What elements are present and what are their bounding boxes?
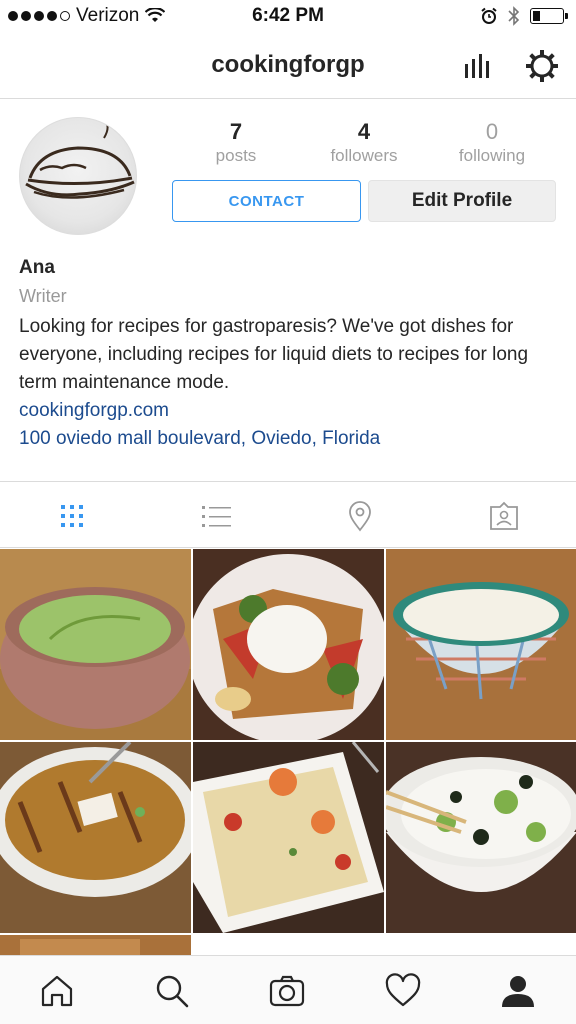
loaded-fries-photo: [193, 549, 384, 740]
bio-text: Looking for recipes for gastroparesis? W…: [19, 316, 529, 393]
following-count-label: following: [458, 146, 526, 165]
green-soup-photo: [0, 549, 191, 740]
post-thumbnail[interactable]: [0, 742, 191, 933]
home-icon[interactable]: [38, 972, 76, 1010]
page-title: cookingforgp: [211, 51, 365, 78]
grid-icon[interactable]: [56, 500, 88, 532]
chicken-soup-photo: [0, 742, 191, 933]
post-thumbnail[interactable]: [386, 549, 576, 740]
battery-icon: [530, 8, 568, 24]
camera-icon[interactable]: [268, 972, 306, 1010]
avatar[interactable]: [19, 117, 137, 235]
search-icon[interactable]: [153, 972, 191, 1010]
edit-profile-button[interactable]: Edit Profile: [368, 180, 556, 222]
gear-icon[interactable]: [524, 48, 560, 84]
posts-count[interactable]: 7 posts: [181, 120, 291, 166]
post-thumbnail[interactable]: [0, 549, 191, 740]
profile-icon[interactable]: [499, 972, 537, 1010]
posts-count-value: 7: [229, 119, 243, 144]
followers-count[interactable]: 4 followers: [309, 120, 419, 166]
address-link[interactable]: 100 oviedo mall boulevard, Oviedo, Flori…: [19, 428, 559, 450]
orzo-shrimp-photo: [193, 742, 384, 933]
followers-count-label: followers: [330, 146, 398, 165]
profile-name: Ana: [19, 257, 55, 278]
tagged-photos-icon[interactable]: [488, 500, 520, 532]
pie-logo-image: [25, 121, 135, 199]
profile-category: Writer: [19, 286, 67, 306]
list-icon[interactable]: [200, 500, 232, 532]
insights-icon[interactable]: [462, 50, 492, 80]
heart-icon[interactable]: [384, 972, 422, 1010]
post-thumbnail[interactable]: [386, 742, 576, 933]
view-tabs: [0, 481, 576, 548]
followers-count-value: 4: [357, 119, 371, 144]
post-thumbnail[interactable]: [0, 935, 191, 955]
following-count[interactable]: 0 following: [437, 120, 547, 166]
partial-photo: [0, 935, 191, 955]
alarm-icon: [481, 7, 497, 24]
location-pin-icon[interactable]: [344, 500, 376, 532]
profile-bio: Ana Writer Looking for recipes for gastr…: [19, 257, 559, 450]
rice-avocado-bowl-photo: [386, 742, 576, 933]
bottom-tab-bar: [0, 955, 576, 1024]
post-thumbnail[interactable]: [193, 549, 384, 740]
website-link[interactable]: cookingforgp.com: [19, 400, 559, 422]
cream-soup-bowl-photo: [386, 549, 576, 740]
post-thumbnail[interactable]: [193, 742, 384, 933]
status-icons: [480, 6, 568, 26]
status-bar: Verizon 6:42 PM: [0, 0, 576, 32]
bluetooth-icon: [508, 6, 520, 26]
profile-header: cookingforgp: [0, 32, 576, 99]
posts-count-label: posts: [215, 146, 257, 165]
contact-button[interactable]: CONTACT: [172, 180, 361, 222]
following-count-value: 0: [485, 119, 499, 144]
